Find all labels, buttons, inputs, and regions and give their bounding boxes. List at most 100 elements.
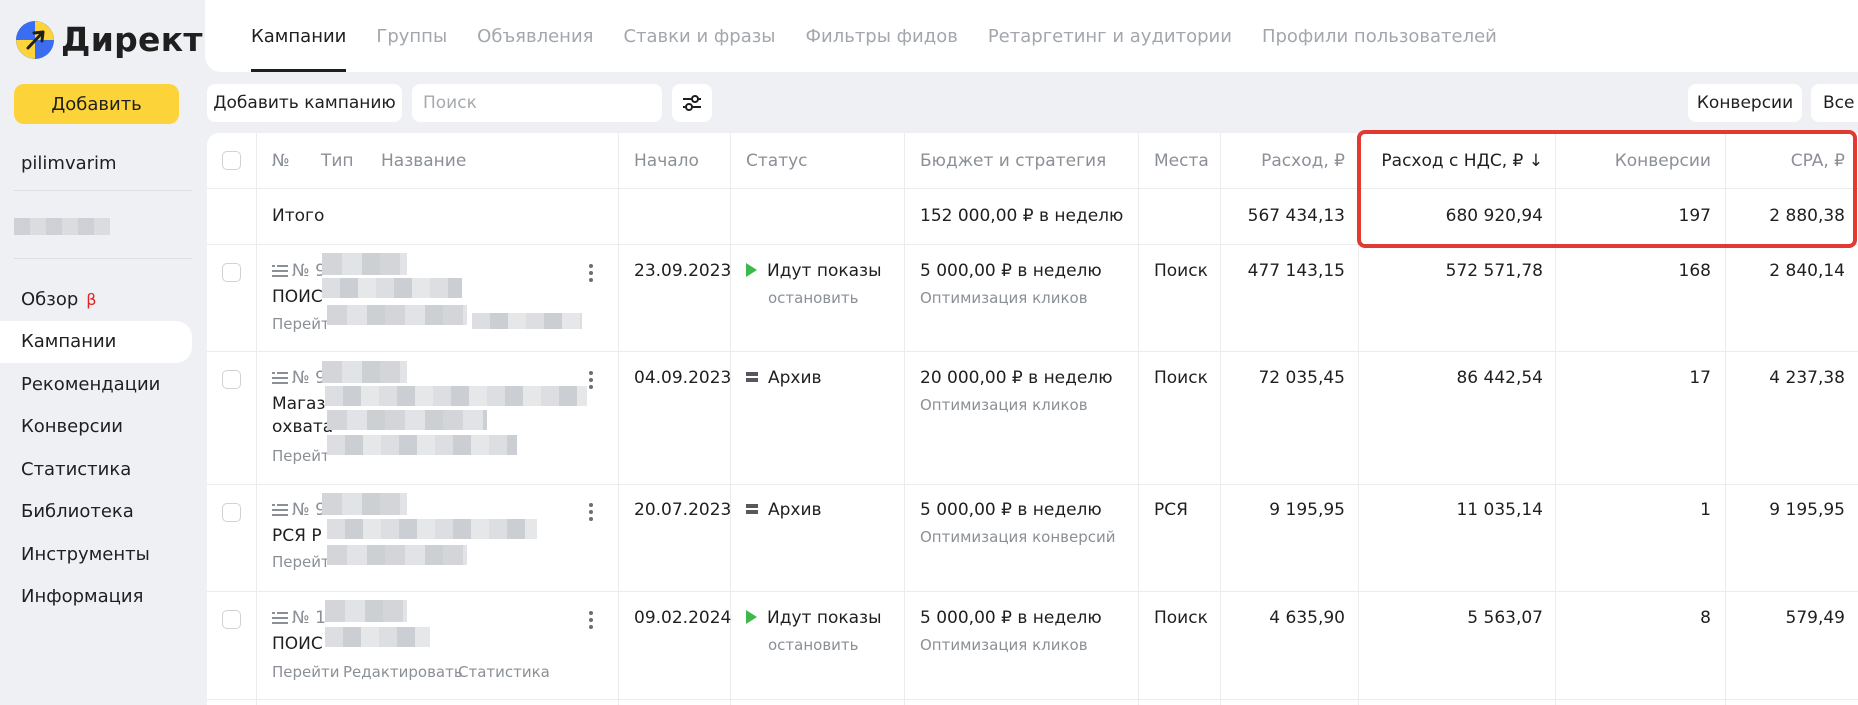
sliders-icon xyxy=(683,95,701,111)
sidebar-item-overview[interactable]: Обзор β xyxy=(0,278,192,321)
conversions-button[interactable]: Конверсии xyxy=(1688,84,1802,122)
sidebar-item-campaigns[interactable]: Кампании xyxy=(0,320,192,363)
campaign-number: № 9 xyxy=(292,261,326,281)
campaign-link-edit[interactable]: Редактировать xyxy=(343,663,463,681)
user-login[interactable]: pilimvarim xyxy=(21,153,117,174)
text-campaign-icon xyxy=(272,264,288,277)
campaign-spend-vat: 86 442,54 xyxy=(1456,368,1543,388)
beta-badge: β xyxy=(86,289,97,309)
campaign-number: № 1 xyxy=(292,608,326,628)
campaign-strategy: Оптимизация кликов xyxy=(920,289,1088,307)
campaign-start-date: 23.09.2023 xyxy=(634,261,732,281)
add-button[interactable]: Добавить xyxy=(14,84,179,124)
header-number[interactable]: № xyxy=(272,151,290,171)
select-all-checkbox[interactable] xyxy=(222,151,241,170)
sidebar-item-label: Конверсии xyxy=(21,416,123,438)
header-conversions[interactable]: Конверсии xyxy=(1555,151,1711,171)
campaign-places: Поиск xyxy=(1154,261,1208,281)
account-name-blurred[interactable] xyxy=(14,218,110,235)
header-cpa[interactable]: CPA, ₽ xyxy=(1725,151,1845,171)
header-name[interactable]: Название xyxy=(381,151,466,171)
blurred-text xyxy=(325,600,407,622)
campaign-link-go[interactable]: Перейти xyxy=(272,663,340,681)
row-menu-icon[interactable] xyxy=(589,611,593,629)
tab-groups[interactable]: Группы xyxy=(376,0,447,72)
campaign-link-go[interactable]: Перейт xyxy=(272,315,330,333)
row-checkbox[interactable] xyxy=(222,610,241,629)
campaign-link-go[interactable]: Перейт xyxy=(272,553,330,571)
campaign-places: РСЯ xyxy=(1154,500,1188,520)
campaign-conversions: 17 xyxy=(1689,368,1711,388)
sidebar-item-label: Статистика xyxy=(21,458,132,480)
total-cpa: 2 880,38 xyxy=(1769,206,1845,226)
row-menu-icon[interactable] xyxy=(589,264,593,282)
play-icon xyxy=(746,610,757,624)
campaign-conversions: 168 xyxy=(1678,261,1711,281)
sidebar-item-conversions[interactable]: Конверсии xyxy=(0,406,192,449)
row-checkbox[interactable] xyxy=(222,263,241,282)
campaign-cpa: 4 237,38 xyxy=(1769,368,1845,388)
campaign-name[interactable]: ПОИС xyxy=(272,287,323,307)
campaign-link-stats[interactable]: Статистика xyxy=(458,663,550,681)
campaign-name[interactable]: ПОИС xyxy=(272,634,323,654)
stop-link[interactable]: остановить xyxy=(768,636,859,654)
campaign-spend-vat: 5 563,07 xyxy=(1467,608,1543,628)
campaign-cpa: 2 840,14 xyxy=(1769,261,1845,281)
header-start[interactable]: Начало xyxy=(634,151,699,171)
search-input[interactable] xyxy=(412,84,662,122)
sidebar-item-statistics[interactable]: Статистика xyxy=(0,448,192,491)
total-spend: 567 434,13 xyxy=(1247,206,1345,226)
campaign-conversions: 8 xyxy=(1700,608,1711,628)
header-spend-vat[interactable]: Расход с НДС, ₽ ↓ xyxy=(1358,151,1543,171)
campaign-name-line2[interactable]: охвата xyxy=(272,417,333,437)
sidebar-item-tools[interactable]: Инструменты xyxy=(0,533,192,576)
campaign-name[interactable]: Магаз xyxy=(272,394,325,414)
tab-campaigns[interactable]: Кампании xyxy=(251,0,347,72)
row-checkbox[interactable] xyxy=(222,370,241,389)
campaign-name[interactable]: РСЯ Р xyxy=(272,526,322,546)
tab-retargeting[interactable]: Ретаргетинг и аудитории xyxy=(988,0,1232,72)
blurred-text xyxy=(327,410,487,430)
campaign-places: Поиск xyxy=(1154,368,1208,388)
total-budget: 152 000,00 ₽ в неделю xyxy=(920,206,1124,226)
logo-text: Директ xyxy=(61,20,203,59)
campaign-budget: 20 000,00 ₽ в неделю xyxy=(920,368,1113,388)
stop-link[interactable]: остановить xyxy=(768,289,859,307)
campaign-cpa: 579,49 xyxy=(1785,608,1845,628)
campaign-budget: 5 000,00 ₽ в неделю xyxy=(920,608,1102,628)
campaign-spend: 9 195,95 xyxy=(1269,500,1345,520)
sidebar-item-library[interactable]: Библиотека xyxy=(0,491,192,534)
tab-ads[interactable]: Объявления xyxy=(477,0,593,72)
blurred-text xyxy=(327,305,467,325)
campaign-strategy: Оптимизация кликов xyxy=(920,396,1088,414)
tab-user-profiles[interactable]: Профили пользователей xyxy=(1262,0,1497,72)
campaign-status: Архив xyxy=(768,500,822,520)
blurred-text xyxy=(325,627,430,647)
sidebar-item-recommendations[interactable]: Рекомендации xyxy=(0,363,192,406)
header-status[interactable]: Статус xyxy=(746,151,808,171)
logo[interactable]: Директ xyxy=(16,20,203,59)
tab-bids-phrases[interactable]: Ставки и фразы xyxy=(623,0,775,72)
row-checkbox[interactable] xyxy=(222,503,241,522)
campaign-strategy: Оптимизация конверсий xyxy=(920,528,1116,546)
tab-feed-filters[interactable]: Фильтры фидов xyxy=(806,0,958,72)
row-menu-icon[interactable] xyxy=(589,503,593,521)
campaign-start-date: 09.02.2024 xyxy=(634,608,732,628)
header-places[interactable]: Места xyxy=(1154,151,1209,171)
filter-settings-button[interactable] xyxy=(672,84,712,122)
text-campaign-icon xyxy=(272,503,288,516)
campaign-start-date: 20.07.2023 xyxy=(634,500,732,520)
sidebar-item-label: Рекомендации xyxy=(21,373,161,395)
blurred-text xyxy=(325,386,587,406)
blurred-text xyxy=(327,435,517,455)
campaign-link-go[interactable]: Перейт xyxy=(272,447,330,465)
add-campaign-button[interactable]: Добавить кампанию xyxy=(207,84,402,122)
all-button[interactable]: Все xyxy=(1811,84,1858,122)
campaign-budget: 5 000,00 ₽ в неделю xyxy=(920,500,1102,520)
sidebar: Директ Добавить pilimvarim Обзор β Кампа… xyxy=(0,0,205,705)
header-budget[interactable]: Бюджет и стратегия xyxy=(920,151,1106,171)
header-type[interactable]: Тип xyxy=(321,151,354,171)
row-menu-icon[interactable] xyxy=(589,371,593,389)
sidebar-item-info[interactable]: Информация xyxy=(0,576,192,619)
header-spend[interactable]: Расход, ₽ xyxy=(1220,151,1345,171)
